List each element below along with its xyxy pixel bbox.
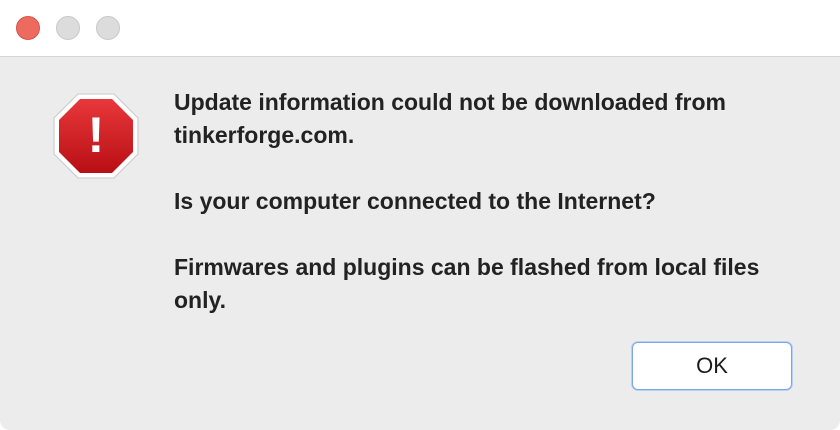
- message-line-download-failed: Update information could not be download…: [174, 89, 726, 148]
- ok-button[interactable]: OK: [632, 342, 792, 390]
- maximize-window-button[interactable]: [96, 16, 120, 40]
- stop-alert-icon: !: [53, 93, 139, 179]
- exclamation-glyph: !: [88, 107, 105, 163]
- alert-message: Update information could not be download…: [174, 86, 814, 317]
- message-line-local-files: Firmwares and plugins can be flashed fro…: [174, 254, 760, 313]
- title-bar: [0, 0, 840, 57]
- minimize-window-button[interactable]: [56, 16, 80, 40]
- message-line-connection-question: Is your computer connected to the Intern…: [174, 188, 656, 214]
- close-window-button[interactable]: [16, 16, 40, 40]
- dialog-window: ! Update information could not be downlo…: [0, 0, 840, 430]
